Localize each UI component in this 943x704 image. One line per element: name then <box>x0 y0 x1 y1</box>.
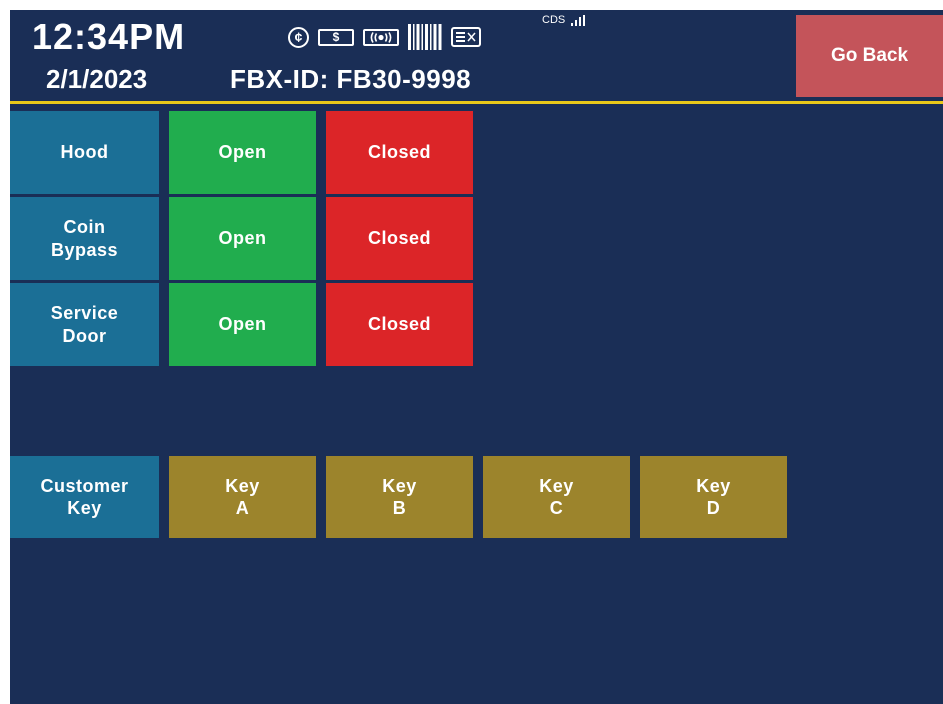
coin-bypass-open-button[interactable]: Open <box>169 197 316 280</box>
clock-time: 12:34PM <box>32 16 186 57</box>
signal-icon <box>571 15 586 26</box>
go-back-button[interactable]: Go Back <box>796 15 943 97</box>
key-c-button[interactable]: Key C <box>483 456 630 538</box>
status-icons: ¢ $ <box>288 24 481 50</box>
customer-key-label: Customer Key <box>10 456 159 538</box>
bill-icon: $ <box>318 28 354 46</box>
key-d-button[interactable]: Key D <box>640 456 787 538</box>
header-divider <box>10 101 943 104</box>
service-door-label: Service Door <box>10 283 159 366</box>
barcode-icon <box>408 24 442 50</box>
rf-icon <box>363 28 399 46</box>
kiosk-screen: 12:34PM 2/1/2023 FBX-ID: FB30-9998 ¢ $ C… <box>10 10 943 704</box>
service-door-closed-button[interactable]: Closed <box>326 283 473 366</box>
header-bar: 12:34PM 2/1/2023 FBX-ID: FB30-9998 ¢ $ C… <box>10 10 943 100</box>
hood-open-button[interactable]: Open <box>169 111 316 194</box>
service-door-open-button[interactable]: Open <box>169 283 316 366</box>
coin-bypass-closed-button[interactable]: Closed <box>326 197 473 280</box>
key-b-button[interactable]: Key B <box>326 456 473 538</box>
hood-label: Hood <box>10 111 159 194</box>
key-a-button[interactable]: Key A <box>169 456 316 538</box>
fbx-id: FBX-ID: FB30-9998 <box>230 64 472 94</box>
coin-icon: ¢ <box>288 26 309 48</box>
coin-bypass-label: Coin Bypass <box>10 197 159 280</box>
cds-indicator: CDS <box>542 14 586 26</box>
card-icon <box>451 27 481 47</box>
cds-label: CDS <box>542 14 566 26</box>
hood-closed-button[interactable]: Closed <box>326 111 473 194</box>
clock-date: 2/1/2023 <box>46 64 148 94</box>
